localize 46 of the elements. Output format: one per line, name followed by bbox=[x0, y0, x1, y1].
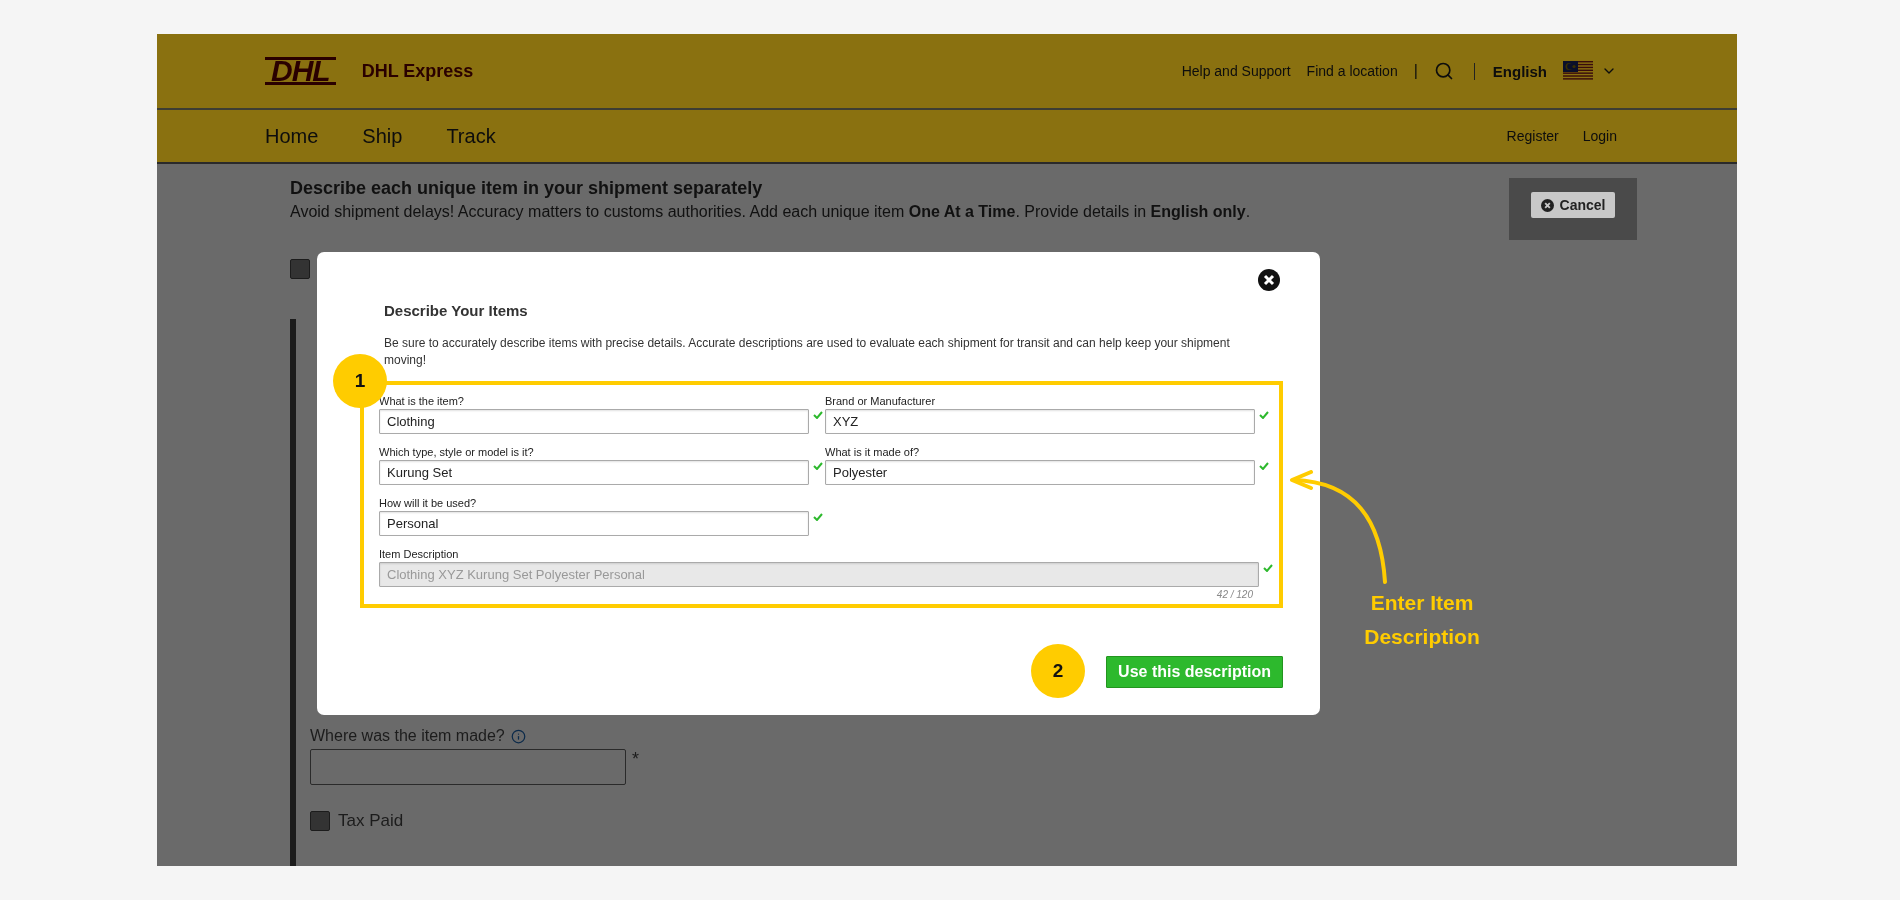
checkbox-label: Tax Paid bbox=[338, 811, 404, 831]
text-field[interactable]: Personal bbox=[379, 511, 809, 536]
check-icon bbox=[1263, 564, 1273, 572]
field-label: Which type, style or model is it? bbox=[379, 446, 535, 458]
check-icon bbox=[813, 411, 823, 419]
nav-link[interactable]: Track bbox=[446, 124, 496, 148]
character-counter: 42 / 120 bbox=[1216, 589, 1253, 600]
check-icon bbox=[813, 462, 823, 470]
required-mark: * bbox=[632, 749, 639, 770]
text-field[interactable]: Clothing bbox=[379, 409, 809, 434]
info-icon[interactable] bbox=[510, 728, 526, 744]
flag-icon[interactable] bbox=[1563, 61, 1593, 81]
text-field[interactable]: Kurung Set bbox=[379, 460, 809, 485]
page-subtitle: Avoid shipment delays! Accuracy matters to customs authorities. Add each unique item One At a Time. Provide details in English only. bbox=[290, 203, 1252, 221]
text-field[interactable]: Polyester bbox=[825, 460, 1255, 485]
checkbox[interactable] bbox=[290, 259, 310, 279]
check-icon bbox=[813, 513, 823, 521]
checkbox[interactable] bbox=[310, 811, 330, 831]
field-label: What is it made of? bbox=[825, 446, 921, 458]
text-field[interactable]: XYZ bbox=[825, 409, 1255, 434]
header-link[interactable]: Find a location bbox=[1306, 63, 1398, 79]
account-link[interactable]: Login bbox=[1582, 128, 1617, 144]
field-label: How will it be used? bbox=[379, 497, 478, 509]
callout-text: Enter Item Description bbox=[1363, 590, 1481, 650]
dialog-title: Describe Your Items bbox=[384, 302, 529, 319]
header-link[interactable]: Help and Support bbox=[1181, 63, 1291, 79]
nav-link[interactable]: Ship bbox=[362, 124, 403, 148]
field-label: Brand or Manufacturer bbox=[825, 395, 937, 407]
field-label: Where was the item made? bbox=[310, 727, 505, 745]
search-icon[interactable] bbox=[1433, 61, 1454, 81]
language-selector[interactable]: English bbox=[1473, 62, 1547, 80]
use-description-button[interactable]: Use this description bbox=[1106, 656, 1283, 688]
cancel-button[interactable]: Cancel bbox=[1530, 192, 1616, 218]
logo[interactable]: DHL bbox=[265, 57, 336, 85]
page-heading: Describe each unique item in your shipment separately bbox=[290, 178, 764, 199]
close-icon[interactable] bbox=[1258, 269, 1280, 291]
separator: | bbox=[1413, 62, 1418, 80]
brand-name: DHL Express bbox=[361, 60, 474, 82]
input-field[interactable] bbox=[310, 749, 626, 785]
check-icon bbox=[1259, 462, 1269, 470]
dialog-intro: Be sure to accurately describe items with precise details. Accurate descriptions are used to evaluate each shipment for transit and can help keep your shipment moving! bbox=[384, 335, 1231, 369]
nav-link[interactable]: Home bbox=[265, 124, 319, 148]
close-icon bbox=[1540, 198, 1554, 212]
check-icon bbox=[1259, 411, 1269, 419]
field-label: Item Description bbox=[379, 548, 460, 560]
account-link[interactable]: Register bbox=[1506, 128, 1559, 144]
